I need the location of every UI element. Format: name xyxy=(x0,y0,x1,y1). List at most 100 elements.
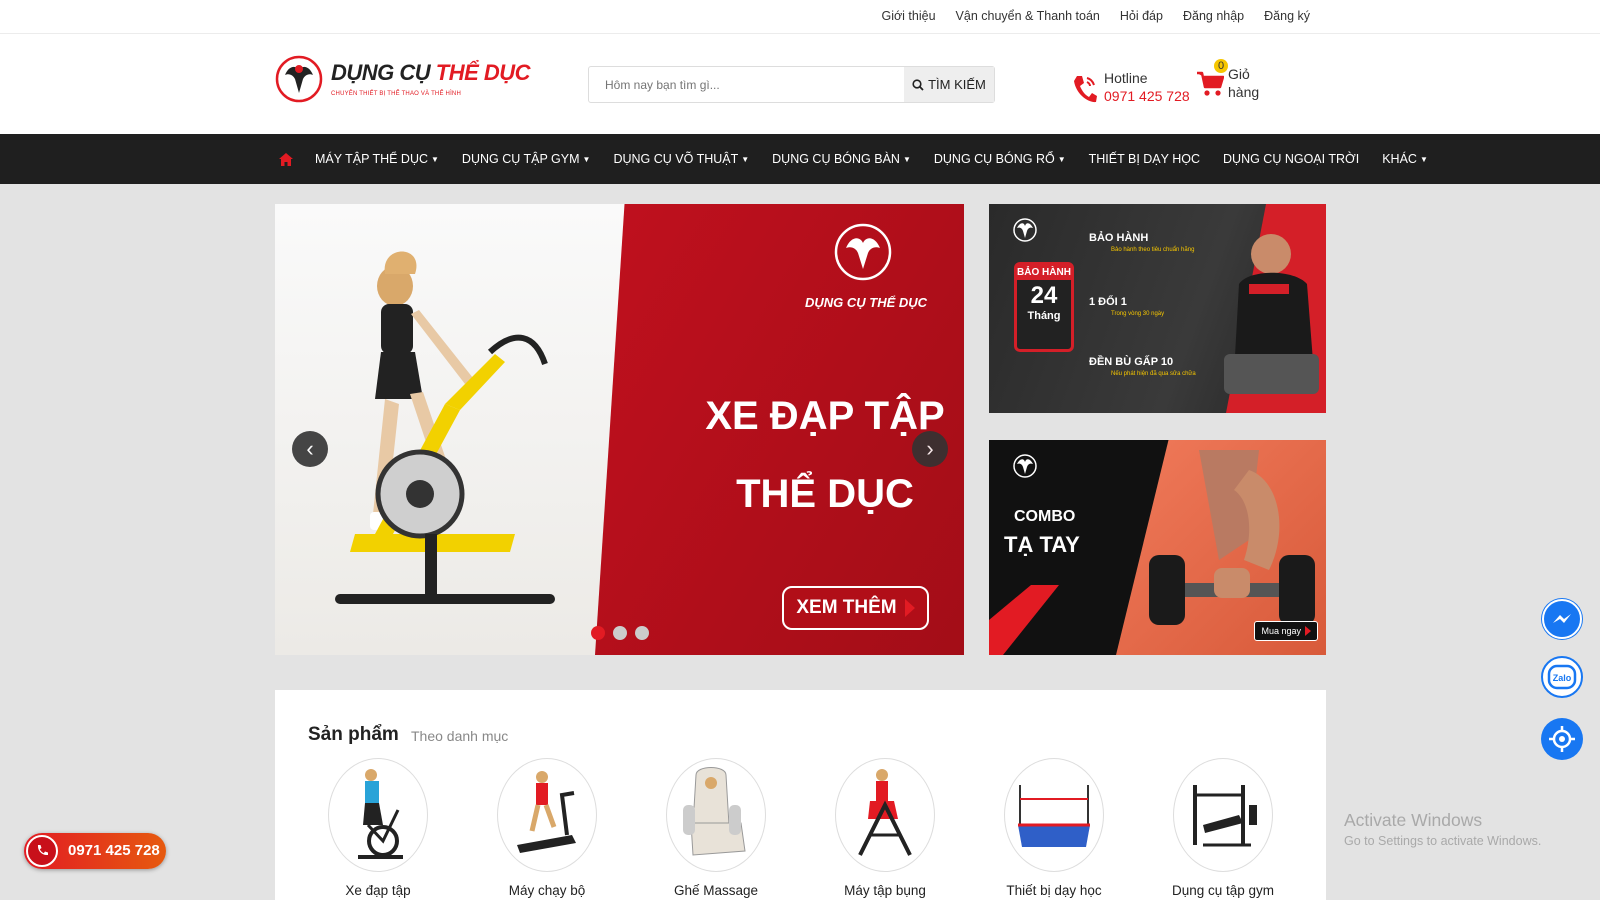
category-name[interactable]: Máy tập bụng xyxy=(815,883,955,898)
header-hotline[interactable]: Hotline 0971 425 728 xyxy=(1070,69,1195,109)
category-image[interactable] xyxy=(497,758,597,872)
combo-line-2: TẠ TAY xyxy=(1004,532,1080,557)
massage-chair-icon xyxy=(683,767,746,856)
site-logo[interactable]: DỤNG CỤ THỂ DỤC CHUYÊN THIẾT BỊ THỂ THAO… xyxy=(275,53,531,111)
category-image[interactable] xyxy=(666,758,766,872)
nav-item-gym-equipment[interactable]: DỤNG CỤ TẬP GYM ▼ xyxy=(462,152,591,166)
slider-next-button[interactable]: › xyxy=(912,431,948,467)
top-links: Giới thiệu Vận chuyển & Thanh toán Hỏi đ… xyxy=(881,9,1310,23)
category-image[interactable] xyxy=(1173,758,1273,872)
nav-item-label: DỤNG CỤ VÕ THUẬT xyxy=(613,152,739,166)
slide-cta-label: XEM THÊM xyxy=(796,597,897,618)
nav-item-label: DỤNG CỤ TẬP GYM xyxy=(461,152,580,166)
category-image[interactable] xyxy=(1004,758,1104,872)
nav-home[interactable] xyxy=(279,152,293,166)
cart-count-badge: 0 xyxy=(1214,59,1228,73)
nav-item-teaching-equipment[interactable]: THIẾT BỊ DẠY HỌC xyxy=(1089,152,1200,166)
activate-windows-watermark: Activate Windows Go to Settings to activ… xyxy=(1344,810,1541,848)
messenger-button[interactable] xyxy=(1541,598,1583,640)
category-image[interactable] xyxy=(835,758,935,872)
floating-call-button[interactable]: 0971 425 728 xyxy=(24,833,166,869)
zalo-button[interactable]: Zalo xyxy=(1541,656,1583,698)
zalo-icon: Zalo xyxy=(1547,664,1577,690)
combo-dumbbell-banner[interactable]: COMBO TẠ TAY Mua ngay xyxy=(989,440,1326,655)
floating-call-number: 0971 425 728 xyxy=(68,842,160,859)
hotline-number: 0971 425 728 xyxy=(1104,88,1190,104)
cart-button[interactable]: 0 Giỏ hàng xyxy=(1196,58,1266,106)
category-item[interactable]: Ghế Massage xyxy=(646,758,786,898)
nav-item-fitness-machines[interactable]: MÁY TẬP THỂ DỤC ▼ xyxy=(315,152,439,166)
logo-mark-icon xyxy=(275,55,323,103)
nav-item-martial-arts[interactable]: DỤNG CỤ VÕ THUẬT ▼ xyxy=(613,152,749,166)
nav-item-table-tennis[interactable]: DỤNG CỤ BÓNG BÀN ▼ xyxy=(772,152,911,166)
warranty-line-1: BẢO HÀNH xyxy=(1089,232,1149,244)
zalo-label: Zalo xyxy=(1553,673,1572,683)
slider-prev-button[interactable]: ‹ xyxy=(292,431,328,467)
main-nav: MÁY TẬP THỂ DỤC ▼ DỤNG CỤ TẬP GYM ▼ DỤNG C… xyxy=(0,134,1600,184)
warranty-line-3: ĐỀN BÙ GẤP 10 xyxy=(1089,356,1174,368)
search-bar: TÌM KIẾM xyxy=(588,66,995,103)
exercise-bike-image xyxy=(335,251,555,604)
caret-down-icon: ▼ xyxy=(582,154,591,164)
nav-item-outdoor-equipment[interactable]: DỤNG CỤ NGOẠI TRỜI xyxy=(1223,152,1359,166)
banner-logo-icon xyxy=(1013,218,1037,242)
warranty-badge: BẢO HÀNH 24 Tháng xyxy=(1014,262,1074,352)
slider-dot-3[interactable] xyxy=(635,626,649,640)
logo-brand-part1: DỤNG CỤ xyxy=(331,60,431,85)
section-title: Sản phẩm xyxy=(308,724,399,745)
nav-item-other[interactable]: KHÁC ▼ xyxy=(1382,152,1428,166)
top-link-about[interactable]: Giới thiệu xyxy=(881,9,935,23)
activate-windows-title: Activate Windows xyxy=(1344,810,1483,830)
category-name[interactable]: Thiết bị dạy học xyxy=(984,883,1124,898)
mechanic-image xyxy=(1224,234,1319,394)
location-button[interactable] xyxy=(1541,718,1583,760)
top-link-shipping-payment[interactable]: Vận chuyển & Thanh toán xyxy=(956,9,1100,23)
cart-label: Giỏ hàng xyxy=(1228,66,1260,100)
hero-slider: DỤNG CỤ THỂ DỤC XE ĐẠP TẬP THỂ DỤC XEM T… xyxy=(275,204,964,655)
caret-down-icon: ▼ xyxy=(1419,154,1428,164)
slide-cta-button[interactable]: XEM THÊM xyxy=(782,586,929,630)
banner-logo-icon xyxy=(1013,454,1037,478)
top-link-faq[interactable]: Hỏi đáp xyxy=(1120,9,1163,23)
caret-down-icon: ▼ xyxy=(902,154,911,164)
category-name[interactable]: Ghế Massage xyxy=(646,883,786,898)
play-arrow-icon xyxy=(904,599,915,617)
search-input[interactable] xyxy=(589,67,905,102)
dumbbell-image xyxy=(1149,450,1315,625)
top-link-login[interactable]: Đăng nhập xyxy=(1183,9,1244,23)
nav-item-basketball[interactable]: DỤNG CỤ BÓNG RỔ ▼ xyxy=(934,152,1066,166)
category-item[interactable]: Xe đạp tập xyxy=(308,758,448,898)
product-categories-section: Sản phẩm Theo danh mục Xe đạp tập Máy ch… xyxy=(275,690,1326,900)
buy-now-button[interactable]: Mua ngay xyxy=(1254,621,1318,641)
search-button-label: TÌM KIẾM xyxy=(928,77,986,92)
slide-brand: DỤNG CỤ THỂ DỤC xyxy=(805,295,928,310)
activate-windows-subtitle: Go to Settings to activate Windows. xyxy=(1344,834,1542,848)
slider-dot-2[interactable] xyxy=(613,626,627,640)
buy-now-label: Mua ngay xyxy=(1261,626,1301,636)
category-name[interactable]: Xe đạp tập xyxy=(308,883,448,898)
category-name[interactable]: Dụng cụ tập gym xyxy=(1153,883,1293,898)
nav-item-label: MÁY TẬP THỂ DỤC xyxy=(315,152,428,166)
category-item[interactable]: Dụng cụ tập gym xyxy=(1153,758,1293,898)
section-subtitle: Theo danh mục xyxy=(411,728,509,744)
chevron-right-icon: › xyxy=(926,436,934,461)
slide-title-line2: THỂ DỤC xyxy=(736,472,914,516)
category-name[interactable]: Máy chạy bộ xyxy=(477,883,617,898)
phone-icon xyxy=(26,835,58,867)
search-button[interactable]: TÌM KIẾM xyxy=(904,67,994,102)
category-item[interactable]: Máy chạy bộ xyxy=(477,758,617,898)
logo-brand-part2: THỂ DỤC xyxy=(435,60,531,85)
nav-item-label: DỤNG CỤ NGOẠI TRỜI xyxy=(1223,152,1360,166)
slider-dot-1[interactable] xyxy=(591,626,605,640)
top-link-register[interactable]: Đăng ký xyxy=(1264,9,1310,23)
category-image[interactable] xyxy=(328,758,428,872)
warranty-banner[interactable]: BẢO HÀNH 24 Tháng BẢO HÀNH Bảo hành theo… xyxy=(989,204,1326,413)
slide-logo-icon xyxy=(834,223,892,281)
logo-tagline: CHUYÊN THIẾT BỊ THỂ THAO VÀ THỂ HÌNH xyxy=(331,91,462,97)
warranty-line-2-sub: Trong vòng 30 ngày xyxy=(1111,311,1165,317)
home-icon xyxy=(279,152,293,166)
category-item[interactable]: Thiết bị dạy học xyxy=(984,758,1124,898)
category-item[interactable]: Máy tập bụng xyxy=(815,758,955,898)
treadmill-icon xyxy=(517,771,576,853)
combo-line-1: COMBO xyxy=(1014,508,1076,525)
